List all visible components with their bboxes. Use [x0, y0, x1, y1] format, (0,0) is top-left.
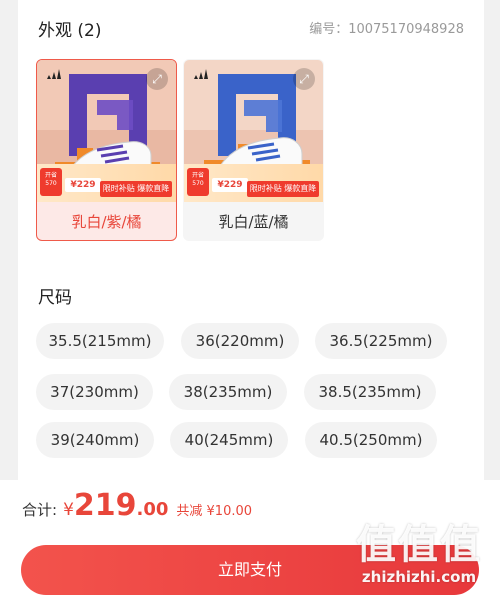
variant-option-white-purple-orange[interactable]: ⤢ 开省570 ¥229 限时补贴 爆款直降 乳白/紫/橘 [36, 59, 177, 241]
variant-label: 乳白/蓝/橘 [218, 213, 289, 231]
watermark: 值值值 zhizhizhi.com [350, 512, 488, 586]
variant-image: ⤢ 开省570 ¥229 限时补贴 爆款直降 [184, 60, 323, 202]
currency-symbol: ¥ [63, 500, 74, 520]
size-chip-39[interactable]: 39(240mm) [36, 422, 154, 458]
size-chip-38[interactable]: 38(235mm) [169, 374, 287, 410]
appearance-title: 外观 (2) [38, 21, 102, 41]
promo-tag: 开省570 [40, 168, 62, 196]
promo-price: ¥229 [212, 178, 248, 192]
promo-price: ¥229 [65, 178, 101, 192]
variant-image: ⤢ 开省570 ¥229 限时补贴 爆款直降 [37, 60, 176, 202]
promo-banner: 开省570 ¥229 限时补贴 爆款直降 [184, 164, 323, 202]
variant-option-white-blue-orange[interactable]: ⤢ 开省570 ¥229 限时补贴 爆款直降 乳白/蓝/橘 [183, 59, 324, 241]
promo-banner: 开省570 ¥229 限时补贴 爆款直降 [37, 164, 176, 202]
size-chip-37[interactable]: 37(230mm) [36, 374, 153, 410]
product-code: 编号：10075170948928 [309, 22, 464, 37]
promo-hot-label: 限时补贴 爆款直降 [100, 181, 172, 197]
discount-amount: 共减 ¥10.00 [176, 504, 253, 519]
total-integer: 219 [73, 488, 137, 523]
size-chip-40[interactable]: 40(245mm) [170, 422, 288, 458]
size-chip-38-5[interactable]: 38.5(235mm) [304, 374, 436, 410]
size-chip-36[interactable]: 36(220mm) [181, 323, 299, 359]
variant-label: 乳白/紫/橘 [71, 213, 142, 231]
total-label: 合计: [22, 501, 58, 519]
promo-tag: 开省570 [187, 168, 209, 196]
adidas-logo-icon [194, 69, 208, 79]
total-decimal: .00 [136, 499, 169, 520]
adidas-logo-icon [47, 69, 61, 79]
size-chip-40-5[interactable]: 40.5(250mm) [305, 422, 437, 458]
watermark-logo: 值值值 [356, 522, 482, 568]
zoom-icon[interactable]: ⤢ [293, 68, 315, 90]
size-chip-36-5[interactable]: 36.5(225mm) [315, 323, 447, 359]
watermark-url: zhizhizhi.com [361, 568, 477, 586]
total-price: 合计: ¥ 219 .00 共减 ¥10.00 [22, 488, 252, 528]
zoom-icon[interactable]: ⤢ [146, 68, 168, 90]
size-chip-35-5[interactable]: 35.5(215mm) [36, 323, 164, 359]
promo-hot-label: 限时补贴 爆款直降 [247, 181, 319, 197]
size-title: 尺码 [38, 288, 72, 308]
